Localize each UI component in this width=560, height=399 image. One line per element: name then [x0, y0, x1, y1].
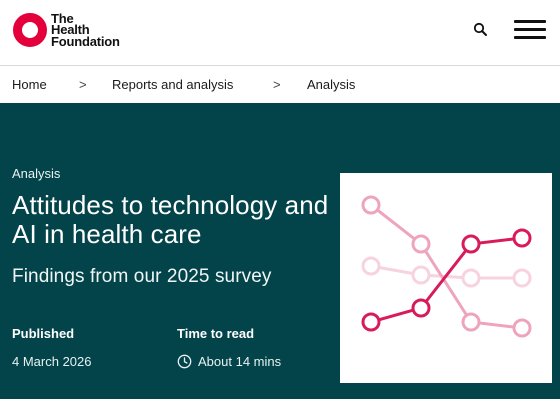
read-time: About 14 mins: [177, 354, 281, 369]
article-hero: Analysis Attitudes to technology and AI …: [0, 103, 560, 399]
site-logo[interactable]: The Health Foundation: [12, 12, 120, 48]
breadcrumb: Home > Reports and analysis > Analysis: [0, 66, 560, 103]
breadcrumb-reports-link[interactable]: Reports and analysis: [112, 77, 233, 92]
page-title: Attitudes to technology and AI in health…: [12, 190, 329, 249]
clock-icon: [177, 354, 192, 369]
content-type-label: Analysis: [12, 166, 61, 181]
breadcrumb-separator: >: [79, 77, 87, 92]
published-date: 4 March 2026: [12, 354, 92, 369]
crossing-lines-illustration: [340, 173, 552, 383]
read-time-text: About 14 mins: [198, 354, 282, 369]
hamburger-menu-icon[interactable]: [513, 18, 547, 42]
site-header: The Health Foundation: [0, 0, 560, 66]
ring-logo-icon: [13, 13, 47, 47]
logo-line-3: Foundation: [51, 33, 120, 49]
breadcrumb-separator: >: [273, 77, 281, 92]
published-date-text: 4 March 2026: [12, 354, 92, 369]
published-label: Published: [12, 326, 75, 341]
breadcrumb-home-link[interactable]: Home: [12, 77, 47, 92]
read-time-label: Time to read: [177, 326, 255, 341]
illustration-graphic: [361, 195, 532, 338]
page-subtitle: Findings from our 2025 survey: [12, 266, 272, 287]
logo-wordmark: The Health Foundation: [51, 12, 120, 49]
search-icon[interactable]: [472, 21, 490, 39]
breadcrumb-analysis-link[interactable]: Analysis: [307, 77, 355, 92]
